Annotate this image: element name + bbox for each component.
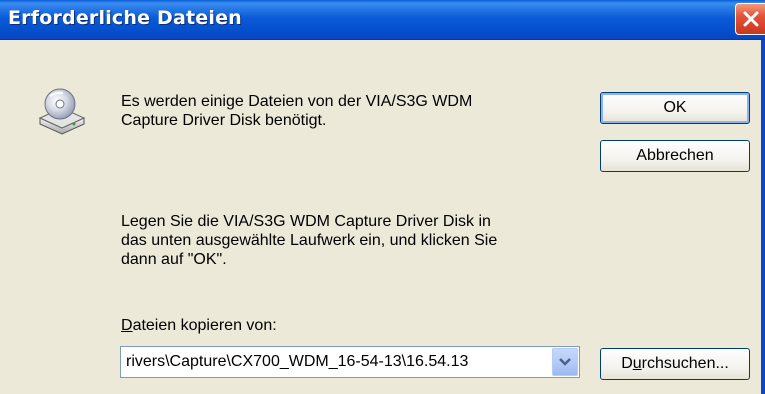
copy-from-label: Dateien kopieren von: xyxy=(121,317,277,335)
message-insert-disk: Legen Sie die VIA/S3G WDM Capture Driver… xyxy=(121,212,551,269)
close-button[interactable] xyxy=(735,3,765,35)
cancel-button-label: Abbrechen xyxy=(636,147,714,164)
copy-from-path[interactable]: rivers\Capture\CX700_WDM_16-54-13\16.54.… xyxy=(126,353,546,371)
copy-from-label-accelerator: D xyxy=(121,317,133,334)
ok-button-label: OK xyxy=(663,99,687,116)
title-bar[interactable]: Erforderliche Dateien xyxy=(0,0,765,40)
ok-button[interactable]: OK xyxy=(600,92,750,124)
message-line: das unten ausgewählte Laufwerk ein, und … xyxy=(121,232,498,249)
close-icon xyxy=(743,11,758,27)
cancel-button[interactable]: Abbrechen xyxy=(600,140,750,172)
browse-button-accelerator: u xyxy=(632,355,642,372)
message-line: Legen Sie die VIA/S3G WDM Capture Driver… xyxy=(121,213,491,230)
copy-from-combobox[interactable]: rivers\Capture\CX700_WDM_16-54-13\16.54.… xyxy=(120,346,580,378)
message-line: dann auf "OK". xyxy=(121,251,227,268)
message-line: Capture Driver Disk benötigt. xyxy=(121,112,327,129)
chevron-down-icon xyxy=(559,358,571,366)
copy-from-label-text: ateien kopieren von: xyxy=(132,317,277,334)
browse-button-label-start: D xyxy=(621,355,633,372)
window-title: Erforderliche Dateien xyxy=(8,7,242,29)
window-frame-right xyxy=(761,40,765,394)
message-line: Es werden einige Dateien von der VIA/S3G… xyxy=(121,93,473,110)
message-required-files: Es werden einige Dateien von der VIA/S3G… xyxy=(121,92,541,130)
browse-button-label-end: rchsuchen... xyxy=(641,355,729,372)
browse-button[interactable]: Du rchsuchen... xyxy=(600,348,750,380)
dropdown-button[interactable] xyxy=(552,348,578,376)
dialog-window: Erforderliche Dateien Es werden einige D… xyxy=(0,0,765,394)
cd-drive-icon xyxy=(38,88,86,135)
